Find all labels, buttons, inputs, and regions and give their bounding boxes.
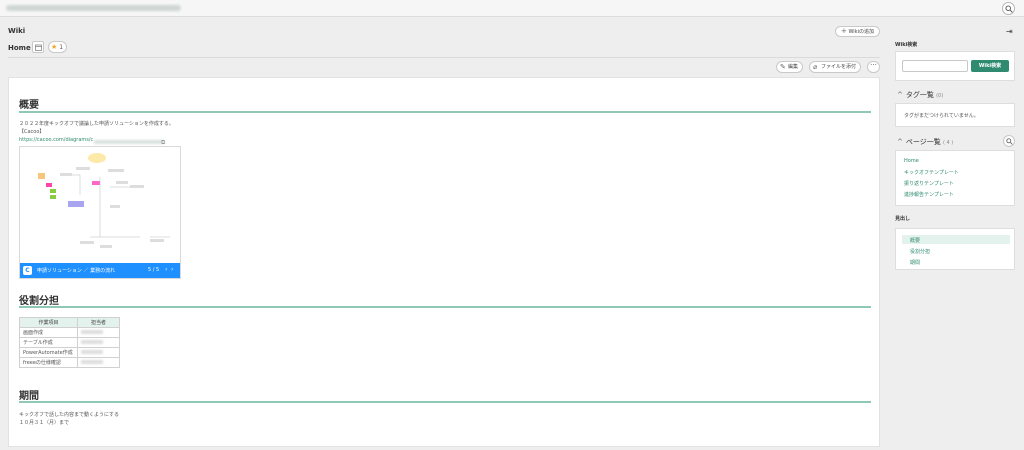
more-button[interactable]: ···: [867, 61, 880, 73]
table-row: テーブル作成: [19, 337, 120, 348]
tags-title: タグ一覧: [905, 91, 934, 99]
add-wiki-button[interactable]: + Wikiの追加: [835, 26, 880, 37]
page-link[interactable]: 進捗報告テンプレート: [904, 191, 954, 198]
page-link[interactable]: キックオフテンプレート: [904, 169, 959, 176]
diagram-preview: [38, 153, 170, 248]
heading-rule: [19, 306, 871, 308]
cacoo-embed[interactable]: C 申請ソリューション ／ 業務の流れ 5 / 5 ‹ ›: [19, 146, 181, 279]
pages-title: ページ一覧: [905, 138, 941, 146]
wiki-content: 概要 ２０２２年度キックオフで議論した申請ソリューションを作成する。 【Caco…: [8, 77, 880, 447]
heading-roles: 役割分担: [19, 296, 59, 307]
paragraph: ２０２２年度キックオフで議論した申請ソリューションを作成する。: [19, 121, 174, 127]
wiki-search-input[interactable]: [902, 60, 968, 72]
wiki-search-box: Wiki検索: [895, 51, 1015, 81]
table-row: freeeの仕様確認: [19, 357, 120, 368]
add-wiki-label: Wikiの追加: [848, 29, 874, 35]
tags-count: (0): [936, 93, 944, 99]
star-icon: ★: [51, 43, 58, 51]
cacoo-logo: C: [23, 266, 32, 275]
table-cell: 画面作成: [19, 327, 78, 338]
heading-rule: [19, 401, 871, 403]
cacoo-bar: C 申請ソリューション ／ 業務の流れ 5 / 5 ‹ ›: [20, 263, 180, 278]
divider: [8, 57, 880, 58]
star-count: 1: [59, 44, 64, 51]
heading-period: 期間: [19, 391, 39, 402]
paragraph: 【Cacoo】: [19, 129, 45, 135]
wiki-page-name: Home: [8, 44, 31, 52]
history-button[interactable]: [32, 41, 44, 53]
collapse-sidebar-icon[interactable]: ⇥: [1006, 27, 1013, 36]
pages-header[interactable]: ^ ページ一覧 ( 4 ): [897, 137, 953, 147]
tags-box: タグがまだつけられていません。: [895, 103, 1015, 127]
toc-label: 見出し: [895, 216, 911, 222]
table-row: 画面作成: [19, 327, 120, 338]
table-cell-redacted: [77, 347, 120, 358]
paragraph: キックオフで話した内容まで動くようにする: [19, 412, 120, 418]
toc-item[interactable]: 役割分担: [910, 248, 930, 255]
chevron-up-icon: ^: [897, 91, 903, 99]
chevron-left-icon[interactable]: ‹: [165, 266, 167, 273]
toc-item[interactable]: 概要: [910, 237, 920, 244]
table-cell: PowerAutomate作成: [19, 347, 78, 358]
top-bar: [0, 0, 1024, 17]
edit-button[interactable]: ✎ 編集: [776, 61, 804, 73]
chevron-up-icon: ^: [897, 138, 903, 146]
table-header: 作業項目: [19, 317, 78, 328]
diagram-label: 申請ソリューション ／ 業務の流れ: [37, 268, 116, 274]
table-cell: freeeの仕様確認: [19, 357, 78, 368]
table-cell-redacted: [77, 357, 120, 368]
roles-table: 作業項目 担当者 画面作成 テーブル作成 PowerAutomate作成 fre…: [19, 317, 120, 368]
cacoo-link[interactable]: https://cacoo.com/diagrams/c: [19, 137, 93, 144]
page-link[interactable]: 振り返りテンプレート: [904, 180, 954, 187]
calendar-icon: [35, 44, 42, 51]
pages-count: ( 4 ): [942, 140, 954, 146]
tags-empty-text: タグがまだつけられていません。: [904, 113, 979, 119]
search-icon[interactable]: [1002, 2, 1015, 15]
wiki-search-button[interactable]: Wiki検索: [971, 60, 1009, 72]
table-cell-redacted: [77, 327, 120, 338]
tags-header[interactable]: ^ タグ一覧 (0): [897, 90, 943, 100]
star-button[interactable]: ★ 1: [48, 41, 67, 53]
page-title: Wiki: [8, 27, 26, 35]
diagram-pager: 5 / 5: [148, 267, 160, 273]
heading-overview: 概要: [19, 100, 39, 111]
plus-icon: +: [841, 27, 847, 35]
pages-box: Home キックオフテンプレート 振り返りテンプレート 進捗報告テンプレート: [895, 150, 1015, 206]
heading-rule: [19, 111, 871, 113]
edit-label: 編集: [788, 64, 799, 70]
attach-label: ファイルを添付: [821, 64, 857, 70]
search-icon[interactable]: [1003, 135, 1015, 147]
page-link[interactable]: Home: [904, 158, 919, 164]
attach-file-button[interactable]: ⌀ ファイルを添付: [809, 61, 862, 73]
table-header: 担当者: [77, 317, 120, 328]
toc-box: 概要 役割分担 期間: [895, 228, 1015, 270]
wiki-search-label: Wiki検索: [895, 42, 918, 48]
pencil-icon: ✎: [780, 63, 786, 71]
paragraph: １０月３１（月）まで: [19, 420, 70, 426]
breadcrumb[interactable]: [6, 5, 181, 11]
table-row: PowerAutomate作成: [19, 347, 120, 358]
link-redacted: [94, 140, 164, 144]
table-cell-redacted: [77, 337, 120, 348]
chevron-right-icon[interactable]: ›: [171, 266, 173, 273]
toc-item[interactable]: 期間: [910, 259, 920, 266]
paperclip-icon: ⌀: [813, 63, 818, 71]
table-cell: テーブル作成: [19, 337, 78, 348]
